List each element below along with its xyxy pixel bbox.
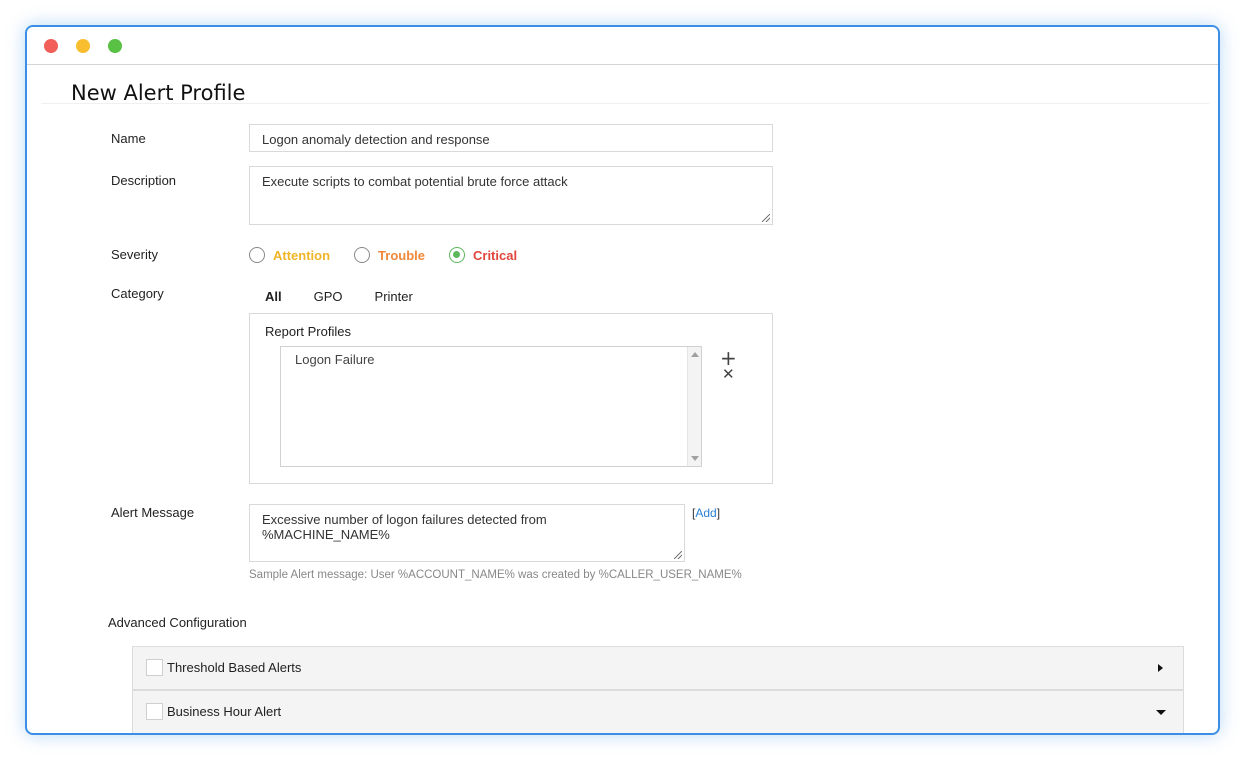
close-icon[interactable]: ✕	[722, 367, 735, 382]
severity-option-critical[interactable]: Critical	[449, 247, 517, 263]
alert-message-label: Alert Message	[111, 505, 195, 520]
description-textarea[interactable]: Execute scripts to combat potential brut…	[249, 166, 773, 225]
alert-message-textarea[interactable]: Excessive number of logon failures detec…	[249, 504, 685, 562]
maximize-window-button[interactable]	[108, 39, 122, 53]
scroll-down-icon[interactable]	[691, 456, 699, 461]
chevron-right-icon[interactable]	[1158, 664, 1163, 672]
accordion-label: Threshold Based Alerts	[167, 660, 302, 675]
minimize-window-button[interactable]	[76, 39, 90, 53]
severity-radio-group: Attention Trouble Critical	[249, 247, 541, 263]
name-label: Name	[111, 131, 146, 146]
severity-option-label: Attention	[273, 247, 331, 263]
scroll-up-icon[interactable]	[691, 352, 699, 357]
severity-option-attention[interactable]: Attention	[249, 247, 330, 263]
accordion-label: Business Hour Alert	[167, 704, 282, 719]
severity-option-label: Critical	[473, 247, 518, 263]
report-profiles-label: Report Profiles	[265, 324, 351, 339]
radio-button[interactable]	[354, 247, 371, 263]
radio-button[interactable]	[249, 247, 265, 263]
listbox-scrollbar[interactable]	[687, 347, 701, 466]
description-value: Execute scripts to combat potential brut…	[262, 174, 568, 189]
add-macro-link-wrapper: [Add]	[692, 506, 720, 520]
bracket-close: ]	[716, 506, 721, 520]
threshold-alerts-checkbox[interactable]	[146, 659, 163, 676]
description-label: Description	[111, 173, 177, 188]
chevron-down-icon[interactable]	[1156, 710, 1166, 715]
severity-option-trouble[interactable]: Trouble	[354, 247, 425, 263]
accordion-threshold-based-alerts[interactable]: Threshold Based Alerts	[132, 646, 1184, 690]
category-panel: Report Profiles Logon Failure + ✕	[249, 313, 773, 484]
severity-label: Severity	[111, 247, 158, 262]
radio-button-selected[interactable]	[449, 247, 465, 263]
page-title: New Alert Profile	[71, 81, 246, 105]
name-input-value: Logon anomaly detection and response	[262, 132, 490, 147]
close-window-button[interactable]	[44, 39, 58, 53]
report-profiles-listbox[interactable]: Logon Failure	[280, 346, 702, 467]
name-input[interactable]: Logon anomaly detection and response	[249, 124, 773, 152]
business-hour-alert-checkbox[interactable]	[146, 703, 163, 720]
resize-handle-icon[interactable]	[762, 214, 770, 222]
sample-alert-message: Sample Alert message: User %ACCOUNT_NAME…	[249, 569, 742, 581]
title-bar	[27, 27, 1218, 65]
advanced-configuration-label: Advanced Configuration	[108, 615, 247, 630]
app-window: New Alert Profile Name Logon anomaly det…	[25, 25, 1220, 735]
category-label: Category	[111, 286, 164, 301]
resize-handle-icon[interactable]	[674, 551, 682, 559]
add-macro-link[interactable]: Add	[695, 506, 716, 520]
alert-message-value: Excessive number of logon failures detec…	[262, 512, 547, 542]
list-item[interactable]: Logon Failure	[295, 352, 375, 367]
title-divider	[41, 103, 1209, 104]
accordion-business-hour-alert[interactable]: Business Hour Alert	[132, 690, 1184, 733]
severity-option-label: Trouble	[378, 247, 425, 263]
